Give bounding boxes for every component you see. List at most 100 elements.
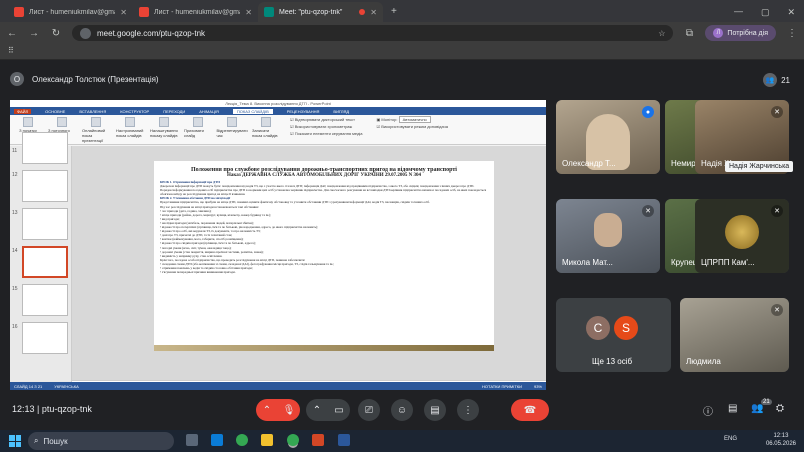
notes-toggle[interactable]: НОТАТКИ ПРИМІТКИ — [482, 384, 522, 389]
browser-tab-gmail-1[interactable]: Лист - humeniukmilav@gmail.c ✕ — [8, 2, 133, 22]
close-icon[interactable]: ✕ — [245, 8, 252, 17]
hover-tooltip: Надія Жарчинська — [725, 161, 794, 172]
camera-toggle-button[interactable]: ▭ — [328, 399, 350, 421]
tab-title: Meet: "ptu-qzop-tnk" — [279, 8, 343, 16]
ribbon-checkbox[interactable]: ☑ Відтворювати дикторський текст — [290, 117, 363, 122]
close-icon[interactable]: ✕ — [120, 8, 127, 17]
ppt-tab[interactable]: ФАЙЛ — [14, 108, 32, 114]
menu-kebab-icon[interactable]: ⋮ — [786, 28, 798, 39]
slide-thumbnail[interactable] — [22, 284, 68, 316]
meeting-code: 12:13 | ptu-qzop-tnk — [12, 404, 92, 414]
ppt-tab[interactable]: АНІМАЦІЯ — [199, 109, 219, 114]
chat-icon[interactable]: ▤ — [728, 403, 737, 414]
profile-avatar: Л — [713, 28, 724, 38]
participant-count[interactable]: 👥 21 — [763, 73, 790, 87]
monitor-value: Автоматично — [398, 116, 431, 123]
ribbon-button[interactable]: Налаштування показу слайдів — [150, 117, 178, 138]
more-options-button[interactable]: ⋮ — [457, 399, 479, 421]
profile-button[interactable]: Л Потрібна дія — [705, 25, 776, 41]
participant-tile[interactable]: ✕ Людмила — [680, 298, 789, 372]
powerpoint-icon[interactable] — [312, 434, 324, 446]
ribbon-button[interactable]: Відрепетирувати час — [216, 117, 248, 138]
browser-tab-gmail-2[interactable]: Лист - humeniukmilav@gmail.c ✕ — [133, 2, 258, 22]
taskbar-search[interactable]: ⌕ Пошук — [28, 432, 174, 450]
presenter-avatar: О — [10, 72, 24, 86]
chrome-icon[interactable] — [236, 434, 248, 446]
monitor-select[interactable]: ▣ Монітор: Автоматично — [377, 116, 448, 123]
current-slide[interactable]: Положення про службове розслідування дор… — [154, 161, 494, 351]
extensions-icon[interactable]: ⧉ — [683, 28, 695, 39]
presenter-view-checkbox[interactable]: ☑ Використовувати режим доповідача — [377, 124, 448, 129]
mic-off-icon: ✕ — [771, 205, 783, 217]
group-avatar-s: S — [614, 316, 638, 340]
present-button[interactable]: ⎚ — [358, 399, 380, 421]
slide-thumbnail[interactable] — [22, 208, 68, 240]
info-icon[interactable]: ⓘ — [703, 403, 713, 418]
activities-icon[interactable]: ⛭ — [776, 403, 784, 414]
url-bar[interactable]: meet.google.com/ptu-qzop-tnk ☆ — [72, 25, 674, 41]
ribbon-button[interactable]: Приховати слайд — [184, 117, 212, 138]
word-icon[interactable] — [338, 434, 350, 446]
reload-icon[interactable]: ↻ — [50, 28, 62, 39]
windows-start-icon[interactable] — [9, 435, 21, 447]
slide-thumbnail[interactable] — [22, 322, 68, 354]
ppt-tab[interactable]: ПЕРЕХОДИ — [163, 109, 185, 114]
minimize-icon[interactable]: — — [725, 2, 752, 22]
thumb-number: 15 — [12, 286, 18, 292]
ppt-tab[interactable]: ВСТАВЛЕННЯ — [79, 109, 106, 114]
presenter-header: О Олександр Толстюк (Презентація) — [10, 72, 159, 86]
browser-tab-meet[interactable]: Meet: "ptu-qzop-tnk" ✕ — [258, 2, 383, 22]
participant-tile[interactable]: ✕ ЦПРПП Кам'... — [695, 199, 789, 273]
browser-tab-strip: Лист - humeniukmilav@gmail.c ✕ Лист - hu… — [0, 0, 804, 22]
task-view-icon[interactable] — [186, 434, 198, 446]
bookmark-star-icon[interactable]: ☆ — [658, 29, 665, 38]
close-icon[interactable]: ✕ — [370, 8, 377, 17]
checkbox-label: Показати елементи керування медіа — [294, 131, 363, 136]
hide-slide-icon — [193, 117, 203, 127]
captions-button[interactable]: ▤ — [424, 399, 446, 421]
chrome-active-icon[interactable] — [287, 434, 299, 446]
reactions-button[interactable]: ☺ — [391, 399, 413, 421]
ribbon-checkbox[interactable]: ☑ Показати елементи керування медіа — [290, 131, 363, 136]
ppt-tab[interactable]: ВИГЛЯД — [333, 109, 349, 114]
edge-icon[interactable] — [211, 434, 223, 446]
slide-thumbnail[interactable] — [22, 132, 68, 164]
ppt-tab[interactable]: РЕЦЕНЗУВАННЯ — [287, 109, 320, 114]
mic-off-icon: ✕ — [771, 304, 783, 316]
ribbon-button[interactable]: Настроюваний показ слайдів — [116, 117, 144, 138]
back-icon[interactable]: ← — [6, 28, 18, 39]
participant-count-value: 21 — [781, 75, 790, 85]
explorer-icon[interactable] — [261, 434, 273, 446]
camera-options-button[interactable]: ⌃ — [306, 399, 328, 421]
ribbon-checkbox[interactable]: ☑ Використовувати хронометраж — [290, 124, 363, 129]
input-language[interactable]: ENG — [724, 436, 737, 442]
forward-icon[interactable]: → — [28, 28, 40, 39]
slide-thumbnail[interactable] — [22, 170, 68, 202]
ppt-tab[interactable]: КОНСТРУКТОР — [120, 109, 149, 114]
more-participants-label: Ще 13 осіб — [592, 357, 633, 366]
zoom-level[interactable]: 93% — [534, 384, 542, 389]
ppt-tab-selected[interactable]: ПОКАЗ СЛАЙДІВ — [232, 108, 273, 114]
participant-name: Микола Мат... — [562, 258, 613, 267]
maximize-icon[interactable]: ▢ — [752, 2, 779, 22]
participant-tile[interactable]: ● Олександр Т... — [556, 100, 660, 174]
mic-options-button[interactable]: ⌃ — [256, 399, 278, 421]
new-tab-button[interactable]: + — [383, 2, 405, 22]
ppt-tab[interactable]: ОСНОВНЕ — [45, 109, 65, 114]
system-clock[interactable]: 12:13 06.05.2026 — [766, 432, 796, 448]
mic-toggle-button[interactable]: 🎙 — [278, 399, 300, 421]
participant-tile[interactable]: ✕ Микола Мат... — [556, 199, 660, 273]
slide-thumbnail-selected[interactable] — [22, 246, 68, 278]
ppt-ribbon-tabs: ФАЙЛ ОСНОВНЕ ВСТАВЛЕННЯ КОНСТРУКТОР ПЕРЕ… — [10, 107, 546, 115]
ribbon-button[interactable]: Записати показ слайдів — [252, 117, 280, 138]
participant-group-tile[interactable]: C S Ще 13 осіб — [556, 298, 671, 372]
site-info-icon[interactable] — [80, 27, 91, 39]
ribbon-label: Налаштування показу слайдів — [150, 128, 178, 138]
participant-name: ЦПРПП Кам'... — [701, 258, 755, 267]
hangup-button[interactable]: ☎ — [511, 399, 549, 421]
ribbon-button[interactable]: З початку — [14, 117, 42, 133]
window-close-icon[interactable]: ✕ — [778, 2, 804, 22]
ribbon-button[interactable]: Онлайновий показ презентації — [82, 117, 110, 143]
clock-time: 12:13 — [773, 433, 789, 439]
apps-icon[interactable]: ⠿ — [8, 46, 14, 55]
